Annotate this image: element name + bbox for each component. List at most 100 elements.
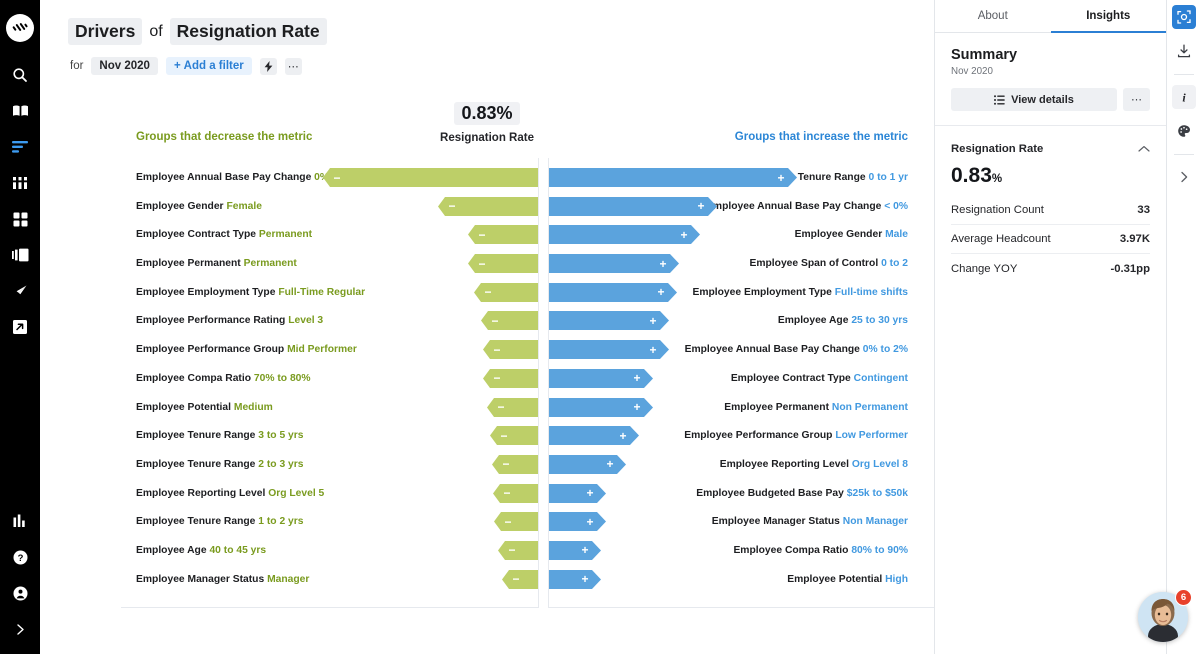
bar-increase[interactable]: + bbox=[549, 483, 606, 503]
driver-value: 2 to 3 yrs bbox=[258, 458, 304, 470]
bar-increase[interactable]: + bbox=[549, 196, 717, 216]
driver-value: 0 to 1 yr bbox=[868, 172, 909, 183]
sidebar-item-analysis[interactable] bbox=[3, 130, 37, 164]
driver-label-increase: Employee Manager Status Non Manager bbox=[712, 516, 908, 527]
table-row: Employee Contract Type Permanent − Employ… bbox=[40, 221, 934, 250]
bar-decrease[interactable]: − bbox=[323, 168, 538, 187]
kpi-collapse-toggle[interactable] bbox=[1138, 140, 1150, 158]
view-details-button[interactable]: View details bbox=[951, 88, 1117, 111]
sidebar-item-panels[interactable] bbox=[3, 238, 37, 272]
driver-value: Manager bbox=[267, 573, 310, 585]
driver-value: Level 3 bbox=[288, 315, 324, 327]
driver-value: Org Level 5 bbox=[268, 487, 325, 499]
driver-label-decrease: Employee Performance Rating Level 3 bbox=[136, 315, 323, 326]
bar-increase[interactable]: + bbox=[549, 426, 639, 446]
bar-decrease[interactable]: − bbox=[490, 426, 538, 446]
bar-decrease[interactable]: − bbox=[481, 311, 538, 331]
plus-icon: + bbox=[680, 227, 688, 242]
bar-increase[interactable]: + bbox=[549, 282, 677, 302]
driver-label-increase: Employee Gender Male bbox=[795, 229, 908, 240]
plus-icon: + bbox=[581, 572, 589, 587]
app-logo[interactable] bbox=[6, 14, 34, 42]
driver-value: 1 to 2 yrs bbox=[258, 516, 304, 528]
sidebar-item-reports[interactable] bbox=[3, 504, 37, 538]
bar-shape bbox=[323, 168, 538, 187]
sidebar-item-help[interactable]: ? bbox=[3, 540, 37, 574]
add-filter-button[interactable]: + Add a filter bbox=[165, 57, 252, 75]
bar-shape bbox=[549, 569, 601, 589]
bar-decrease[interactable]: − bbox=[493, 483, 538, 503]
external-link-icon bbox=[13, 320, 27, 334]
bar-increase[interactable]: + bbox=[549, 512, 606, 532]
bar-increase[interactable]: + bbox=[549, 254, 679, 274]
lightning-button[interactable] bbox=[259, 57, 277, 75]
panel-collapse-button[interactable] bbox=[1172, 165, 1196, 189]
sidebar-item-explore[interactable] bbox=[3, 274, 37, 308]
driver-attribute: Employee Compa Ratio bbox=[733, 544, 849, 556]
driver-label-decrease: Employee Tenure Range 2 to 3 yrs bbox=[136, 459, 304, 470]
sidebar-item-columns[interactable] bbox=[3, 166, 37, 200]
list-icon bbox=[994, 94, 1005, 105]
driver-label-decrease: Employee Gender Female bbox=[136, 201, 262, 212]
title-chip-drivers[interactable]: Drivers bbox=[68, 18, 143, 45]
left-nav-rail: ? bbox=[0, 0, 40, 654]
bar-increase[interactable]: + bbox=[549, 569, 601, 589]
driver-label-increase: Employee Budgeted Base Pay $25k to $50k bbox=[696, 488, 908, 499]
driver-value: Low Performer bbox=[835, 430, 908, 442]
table-row: Employee Performance Group Mid Performer… bbox=[40, 336, 934, 365]
bar-decrease[interactable]: − bbox=[494, 512, 538, 532]
sidebar-item-grid[interactable] bbox=[3, 202, 37, 236]
bar-decrease[interactable]: − bbox=[492, 454, 538, 474]
sidebar-item-share[interactable] bbox=[3, 310, 37, 344]
minus-icon: − bbox=[503, 486, 511, 501]
driver-attribute: Employee Gender bbox=[136, 200, 224, 212]
bar-increase[interactable]: + bbox=[549, 168, 797, 187]
rail-bottom-group: ? bbox=[3, 504, 37, 654]
driver-attribute: Employee Contract Type bbox=[136, 229, 256, 241]
bar-decrease[interactable]: − bbox=[468, 225, 538, 245]
bar-increase[interactable]: + bbox=[549, 368, 653, 388]
kpi-row-label: Resignation Count bbox=[951, 204, 1044, 216]
bar-decrease[interactable]: − bbox=[487, 397, 538, 417]
bar-increase[interactable]: + bbox=[549, 225, 700, 245]
bar-increase[interactable]: + bbox=[549, 454, 626, 474]
kpi-row-label: Average Headcount bbox=[951, 233, 1051, 245]
info-button[interactable]: i bbox=[1171, 85, 1196, 109]
bar-decrease[interactable]: − bbox=[468, 254, 538, 274]
tab-insights[interactable]: Insights bbox=[1050, 0, 1167, 33]
sidebar-item-library[interactable] bbox=[3, 94, 37, 128]
table-row: Employee Tenure Range 3 to 5 yrs − Employ… bbox=[40, 422, 934, 451]
sidebar-item-search[interactable] bbox=[3, 58, 37, 92]
theme-button[interactable] bbox=[1172, 119, 1196, 143]
driver-attribute: Employee Age bbox=[136, 544, 207, 556]
insights-panel: About Insights Summary Nov 2020 View det… bbox=[934, 0, 1166, 654]
title-connector: of bbox=[149, 22, 163, 40]
bar-chart-icon bbox=[13, 514, 25, 527]
focus-button[interactable] bbox=[1171, 5, 1196, 29]
bar-decrease[interactable]: − bbox=[474, 282, 538, 302]
bar-increase[interactable]: + bbox=[549, 311, 669, 331]
bar-increase[interactable]: + bbox=[549, 540, 601, 560]
driver-attribute: Employee Compa Ratio bbox=[136, 372, 252, 384]
bar-decrease[interactable]: − bbox=[502, 569, 538, 589]
driver-attribute: Employee Age bbox=[777, 315, 849, 327]
sidebar-expand-toggle[interactable] bbox=[3, 612, 37, 646]
summary-more-button[interactable]: ⋯ bbox=[1123, 88, 1150, 111]
title-chip-metric[interactable]: Resignation Rate bbox=[169, 18, 327, 45]
table-row: Employee Employment Type Full-Time Regul… bbox=[40, 279, 934, 308]
bar-decrease[interactable]: − bbox=[483, 340, 538, 360]
bar-increase[interactable]: + bbox=[549, 397, 653, 417]
bar-increase[interactable]: + bbox=[549, 340, 669, 360]
driver-value: Non Manager bbox=[842, 516, 908, 528]
tab-about[interactable]: About bbox=[935, 0, 1051, 32]
bar-decrease[interactable]: − bbox=[483, 368, 538, 388]
driver-attribute: Employee Annual Base Pay Change bbox=[706, 200, 882, 212]
more-options-button[interactable]: ⋯ bbox=[284, 57, 302, 75]
bar-decrease[interactable]: − bbox=[498, 540, 538, 560]
date-filter-chip[interactable]: Nov 2020 bbox=[91, 57, 158, 75]
download-button[interactable] bbox=[1172, 39, 1196, 63]
bar-decrease[interactable]: − bbox=[438, 196, 538, 216]
sidebar-item-account[interactable] bbox=[3, 576, 37, 610]
kpi-unit: % bbox=[991, 173, 1003, 185]
page-title: Drivers of Resignation Rate bbox=[40, 0, 934, 45]
